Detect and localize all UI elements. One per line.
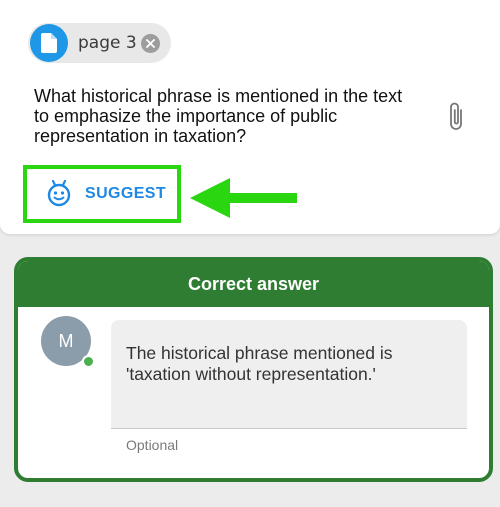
suggest-button-label: SUGGEST [85, 185, 167, 202]
correct-answer-card: Correct answer M The historical phrase m… [14, 257, 493, 482]
document-icon [30, 24, 68, 62]
answer-text: The historical phrase mentioned is 'taxa… [126, 343, 393, 384]
suggest-button[interactable]: SUGGEST [31, 173, 173, 215]
answer-textarea[interactable]: The historical phrase mentioned is 'taxa… [111, 320, 467, 429]
answer-card-header: Correct answer [18, 261, 489, 307]
question-card: page 3 What historical phrase is mention… [0, 0, 500, 234]
robot-face-icon [47, 179, 71, 207]
close-circle-icon[interactable] [141, 34, 160, 53]
attachment-chip[interactable]: page 3 [28, 23, 171, 63]
paperclip-icon[interactable] [447, 101, 467, 133]
attachment-chip-label: page 3 [78, 33, 137, 53]
question-text[interactable]: What historical phrase is mentioned in t… [34, 86, 414, 146]
suggest-highlight: SUGGEST [23, 165, 181, 223]
arrow-left-icon [190, 178, 297, 218]
online-status-dot [82, 355, 95, 368]
optional-helper-text: Optional [126, 437, 179, 453]
